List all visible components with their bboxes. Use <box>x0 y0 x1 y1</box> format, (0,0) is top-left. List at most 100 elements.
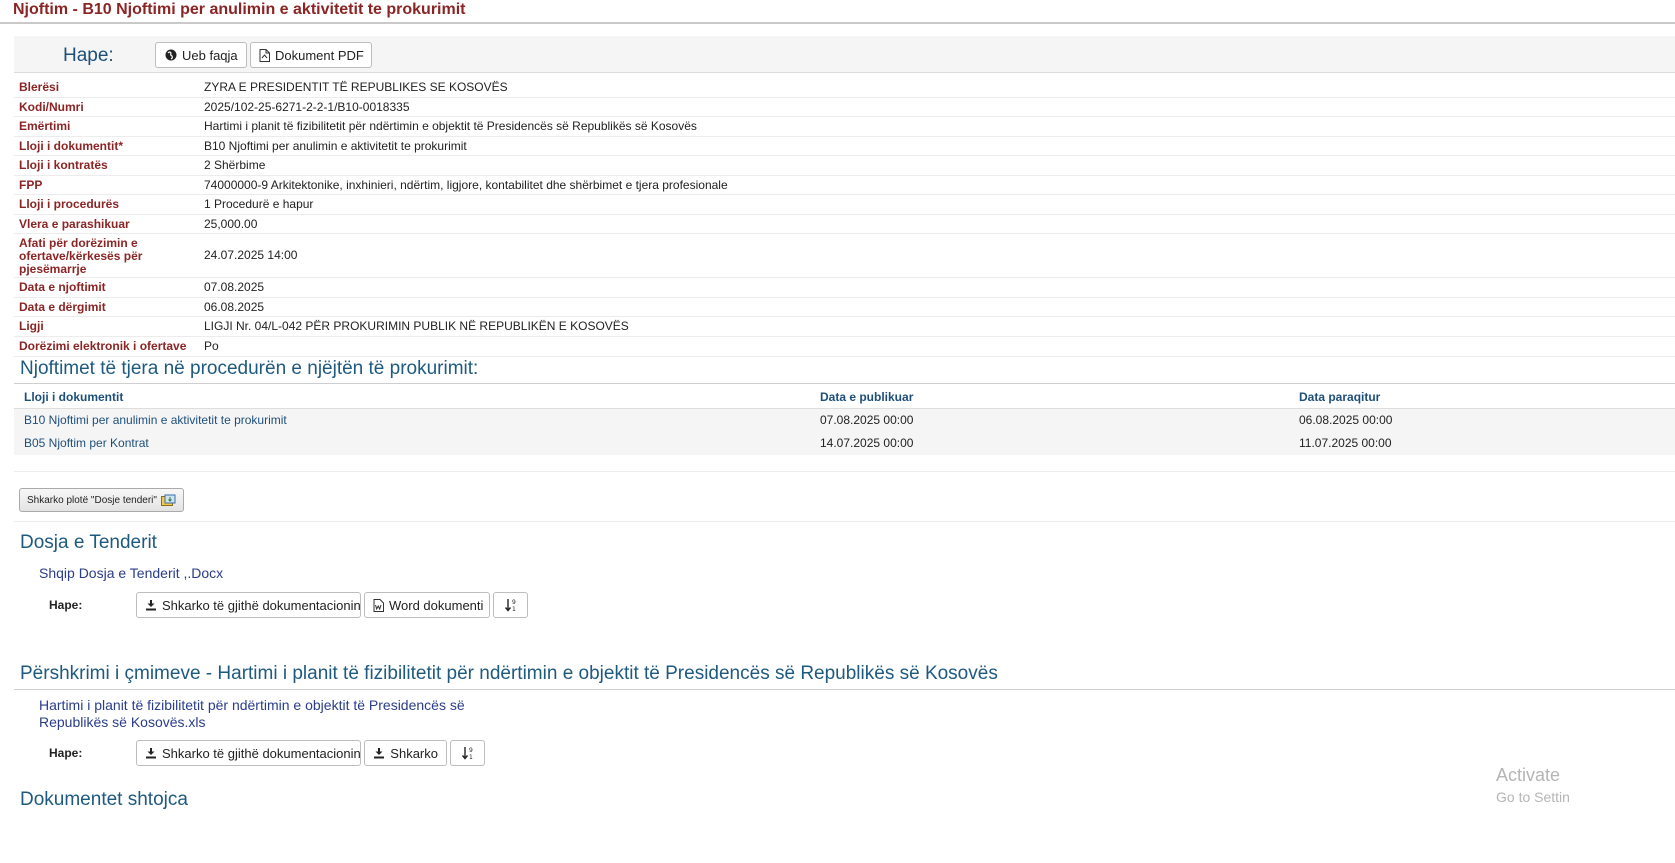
submitted-date: 06.08.2025 00:00 <box>1299 413 1393 427</box>
download-full-dossier-label: Shkarko plotë "Dosje tenderi" <box>27 494 157 506</box>
pdf-file-icon <box>259 48 270 62</box>
detail-value: 06.08.2025 <box>204 300 265 314</box>
column-header-document-type[interactable]: Lloji i dokumentit <box>24 386 123 408</box>
price-file-line-1: Hartimi i planit të fizibilitetit për nd… <box>39 697 465 713</box>
tender-download-all-label: Shkarko të gjithë dokumentacionin <box>162 597 361 613</box>
svg-text:9: 9 <box>469 747 473 754</box>
notice-details: Blerësi ZYRA E PRESIDENTIT TË REPUBLIKES… <box>14 78 1675 357</box>
price-file-link[interactable]: Hartimi i planit të fizibilitetit për nd… <box>39 697 465 731</box>
svg-text:1: 1 <box>469 754 473 760</box>
tender-sort-button[interactable]: 91 <box>493 592 528 618</box>
detail-value: 24.07.2025 14:00 <box>204 248 298 262</box>
tender-file-open-label: Hape: <box>49 598 83 612</box>
download-icon <box>373 747 385 760</box>
detail-label: Vlera e parashikuar <box>19 217 130 231</box>
price-download-label: Shkarko <box>390 745 438 761</box>
activate-watermark: Activate <box>1496 765 1561 785</box>
detail-row-code: Kodi/Numri 2025/102-25-6271-2-2-1/B10-00… <box>14 98 1675 117</box>
detail-label: Afati për dorëzimin e ofertave/kërkesës … <box>19 236 143 276</box>
word-document-button[interactable]: Word dokumenti <box>364 592 490 618</box>
detail-label: Kodi/Numri <box>19 100 84 114</box>
detail-row-name: Emërtimi Hartimi i planit të fizibilitet… <box>14 117 1675 137</box>
price-sort-button[interactable]: 91 <box>450 740 485 766</box>
table-row: B05 Njoftim per Kontrat 14.07.2025 00:00… <box>14 432 1675 455</box>
detail-row-document-type: Lloji i dokumentit* B10 Njoftimi per anu… <box>14 137 1675 156</box>
price-download-button[interactable]: Shkarko <box>364 740 447 766</box>
open-toolbar: Hape: Ueb faqja Dokument PDF <box>14 36 1675 73</box>
price-description-heading: Përshkrimi i çmimeve - Hartimi i planit … <box>20 663 998 684</box>
detail-label: Lloji i procedurës <box>19 197 120 211</box>
published-date: 07.08.2025 00:00 <box>820 413 914 427</box>
price-file-open-label: Hape: <box>49 746 83 760</box>
download-full-dossier-button[interactable]: Shkarko plotë "Dosje tenderi" <box>19 488 184 512</box>
notice-link[interactable]: B10 Njoftimi per anulimin e aktivitetit … <box>24 409 287 431</box>
detail-row-estimated-value: Vlera e parashikuar 25,000.00 <box>14 215 1675 234</box>
open-label: Hape: <box>63 45 114 66</box>
download-icon <box>145 599 157 612</box>
tender-download-all-button[interactable]: Shkarko të gjithë dokumentacionin <box>136 592 361 618</box>
svg-text:9: 9 <box>512 599 516 606</box>
title-divider <box>0 22 1675 24</box>
detail-row-fpp: FPP 74000000-9 Arkitektonike, inxhinieri… <box>14 176 1675 195</box>
price-download-all-label: Shkarko të gjithë dokumentacionin <box>162 745 361 761</box>
detail-row-contract-type: Lloji i kontratës 2 Shërbime <box>14 156 1675 176</box>
tender-file-link[interactable]: Shqip Dosja e Tenderit ,.Docx <box>39 565 223 582</box>
download-icon <box>145 747 157 760</box>
globe-icon <box>164 49 177 62</box>
column-header-submitted-date[interactable]: Data paraqitur <box>1299 386 1380 408</box>
detail-label: Data e njoftimit <box>19 280 106 294</box>
notice-link[interactable]: B05 Njoftim per Kontrat <box>24 432 149 454</box>
detail-row-law: Ligji LIGJI Nr. 04/L-042 PËR PROKURIMIN … <box>14 317 1675 337</box>
table-bottom-divider <box>14 471 1675 472</box>
detail-value: 2 Shërbime <box>204 158 266 172</box>
page-title: Njoftim - B10 Njoftimi per anulimin e ak… <box>13 1 466 18</box>
detail-row-notice-date: Data e njoftimit 07.08.2025 <box>14 278 1675 298</box>
detail-value: B10 Njoftimi per anulimin e aktivitetit … <box>204 139 467 153</box>
detail-row-procedure-type: Lloji i procedurës 1 Procedurë e hapur <box>14 195 1675 215</box>
word-file-icon <box>373 598 384 612</box>
detail-label: Dorëzimi elektronik i ofertave <box>19 339 187 353</box>
divider <box>14 521 1675 522</box>
detail-row-deadline: Afati për dorëzimin e ofertave/kërkesës … <box>14 234 1675 278</box>
price-description-divider <box>14 689 1675 690</box>
word-document-label: Word dokumenti <box>389 597 484 613</box>
detail-label: Blerësi <box>19 80 60 94</box>
table-header: Lloji i dokumentit Data e publikuar Data… <box>14 386 1675 409</box>
detail-value: 74000000-9 Arkitektonike, inxhinieri, nd… <box>204 178 728 192</box>
detail-label: Emërtimi <box>19 119 71 133</box>
web-page-button-label: Ueb faqja <box>182 47 238 63</box>
detail-label: Data e dërgimit <box>19 300 106 314</box>
sort-numeric-icon: 91 <box>504 599 518 612</box>
detail-label: Lloji i dokumentit* <box>19 139 123 153</box>
detail-row-electronic-submission: Dorëzimi elektronik i ofertave Po <box>14 337 1675 357</box>
detail-value: Hartimi i planit të fizibilitetit për nd… <box>204 119 697 133</box>
detail-row-buyer: Blerësi ZYRA E PRESIDENTIT TË REPUBLIKES… <box>14 78 1675 98</box>
detail-label: FPP <box>19 178 43 192</box>
pdf-document-button[interactable]: Dokument PDF <box>250 42 372 68</box>
sort-numeric-icon: 91 <box>461 747 475 760</box>
detail-row-sent-date: Data e dërgimit 06.08.2025 <box>14 298 1675 317</box>
detail-value: 25,000.00 <box>204 217 258 231</box>
detail-label: Lloji i kontratës <box>19 158 108 172</box>
tender-file-heading: Dosja e Tenderit <box>20 532 157 553</box>
published-date: 14.07.2025 00:00 <box>820 436 914 450</box>
settings-watermark: Go to Settin <box>1496 789 1570 805</box>
web-page-button[interactable]: Ueb faqja <box>155 42 247 68</box>
submitted-date: 11.07.2025 00:00 <box>1299 436 1392 450</box>
attachments-heading: Dokumentet shtojca <box>20 789 188 810</box>
table-row: B10 Njoftimi per anulimin e aktivitetit … <box>14 409 1675 432</box>
detail-value: Po <box>204 339 219 353</box>
detail-label: Ligji <box>19 319 44 333</box>
price-file-line-2: Republikës së Kosovës.xls <box>39 714 206 730</box>
detail-value: ZYRA E PRESIDENTIT TË REPUBLIKES SE KOSO… <box>204 80 508 94</box>
detail-value: LIGJI Nr. 04/L-042 PËR PROKURIMIN PUBLIK… <box>204 319 629 333</box>
other-notices-divider <box>14 383 1675 384</box>
detail-value: 07.08.2025 <box>204 280 265 294</box>
detail-value: 1 Procedurë e hapur <box>204 197 314 211</box>
price-download-all-button[interactable]: Shkarko të gjithë dokumentacionin <box>136 740 361 766</box>
pdf-document-button-label: Dokument PDF <box>275 47 364 63</box>
column-header-published-date[interactable]: Data e publikuar <box>820 386 913 408</box>
folder-download-icon <box>160 494 176 507</box>
svg-text:1: 1 <box>512 606 516 612</box>
detail-value: 2025/102-25-6271-2-2-1/B10-0018335 <box>204 100 410 114</box>
